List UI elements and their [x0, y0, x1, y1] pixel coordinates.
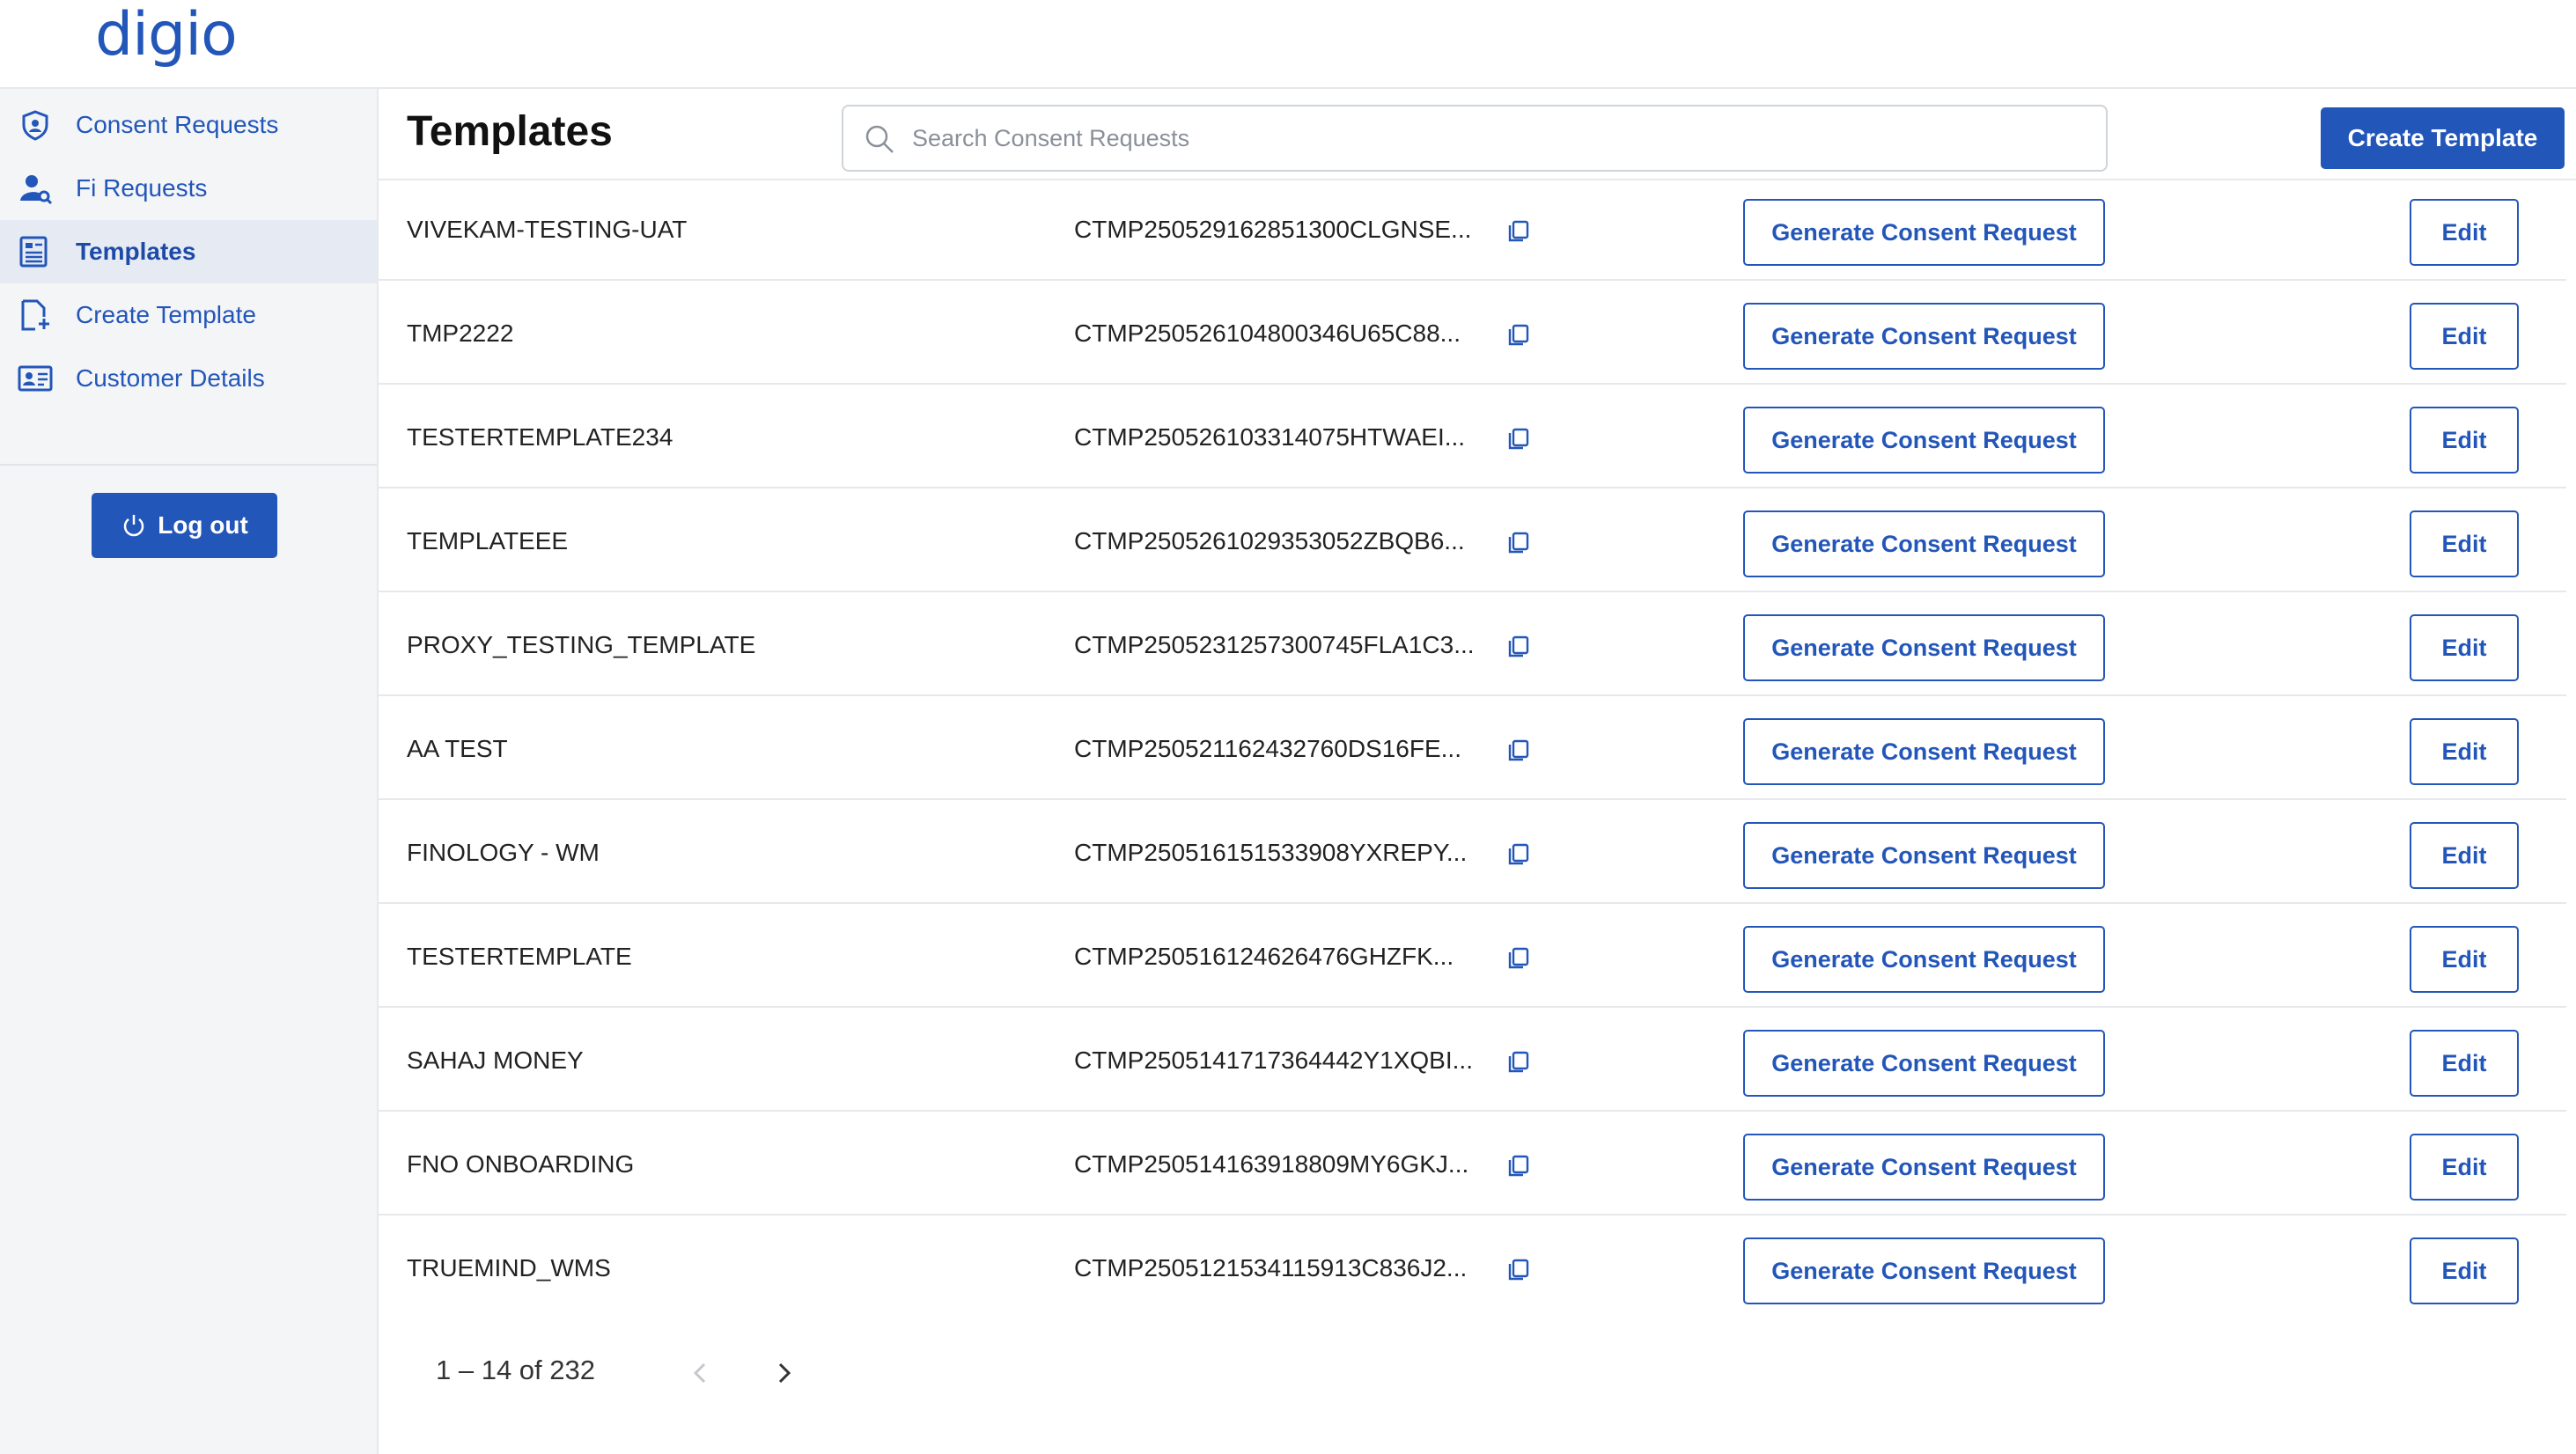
- sidebar-item-label: Templates: [76, 238, 196, 265]
- template-id: CTMP2505141717364442Y1XQBI...: [1074, 1046, 1473, 1074]
- logout-button[interactable]: Log out: [92, 493, 277, 558]
- sidebar-item-consent-requests[interactable]: Consent Requests: [0, 93, 377, 157]
- generate-consent-request-button[interactable]: Generate Consent Request: [1743, 822, 2105, 889]
- template-id: CTMP250516124626476GHZFK...: [1074, 943, 1454, 970]
- document-list-icon: [19, 236, 48, 268]
- top-bar: digio: [0, 0, 2576, 89]
- template-name: FINOLOGY - WM: [407, 839, 600, 866]
- table-row: TESTERTEMPLATE CTMP250516124626476GHZFK..…: [379, 911, 2566, 1008]
- template-id: CTMP2505261029353052ZBQB6...: [1074, 527, 1465, 554]
- edit-button[interactable]: Edit: [2410, 407, 2519, 474]
- sidebar-item-customer-details[interactable]: Customer Details: [0, 347, 377, 410]
- table-row: VIVEKAM-TESTING-UAT CTMP250529162851300CL…: [379, 184, 2566, 281]
- copy-icon[interactable]: [1505, 737, 1532, 763]
- sidebar-item-label: Customer Details: [76, 364, 265, 392]
- copy-icon[interactable]: [1505, 217, 1532, 244]
- copy-icon[interactable]: [1505, 529, 1532, 555]
- sidebar: Consent Requests Fi Requests Templates C…: [0, 89, 379, 1454]
- template-name: SAHAJ MONEY: [407, 1046, 584, 1074]
- template-id: CTMP250529162851300CLGNSE...: [1074, 216, 1472, 243]
- chevron-right-icon[interactable]: [771, 1355, 798, 1391]
- chevron-left-icon[interactable]: [687, 1355, 713, 1391]
- copy-icon[interactable]: [1505, 1048, 1532, 1075]
- edit-button[interactable]: Edit: [2410, 510, 2519, 577]
- sidebar-item-label: Consent Requests: [76, 111, 279, 138]
- generate-consent-request-button[interactable]: Generate Consent Request: [1743, 510, 2105, 577]
- template-id: CTMP2505121534115913C836J2...: [1074, 1254, 1468, 1281]
- edit-button[interactable]: Edit: [2410, 614, 2519, 681]
- edit-button[interactable]: Edit: [2410, 1237, 2519, 1304]
- generate-consent-request-button[interactable]: Generate Consent Request: [1743, 407, 2105, 474]
- generate-consent-request-button[interactable]: Generate Consent Request: [1743, 1134, 2105, 1201]
- pagination-range: 1 – 14 of 232: [436, 1355, 595, 1385]
- shield-user-icon: [22, 110, 48, 141]
- template-name: TESTERTEMPLATE: [407, 943, 632, 970]
- table-row: TMP2222 CTMP250526104800346U65C88... Gener…: [379, 288, 2566, 385]
- generate-consent-request-button[interactable]: Generate Consent Request: [1743, 614, 2105, 681]
- template-name: FNO ONBOARDING: [407, 1150, 635, 1178]
- edit-button[interactable]: Edit: [2410, 718, 2519, 785]
- table-row: FNO ONBOARDING CTMP250514163918809MY6GKJ.…: [379, 1119, 2566, 1215]
- copy-icon[interactable]: [1505, 944, 1532, 971]
- edit-button[interactable]: Edit: [2410, 303, 2519, 370]
- generate-consent-request-button[interactable]: Generate Consent Request: [1743, 303, 2105, 370]
- template-id: CTMP250514163918809MY6GKJ...: [1074, 1150, 1469, 1178]
- copy-icon[interactable]: [1505, 1256, 1532, 1282]
- template-name: TEMPLATEEE: [407, 527, 569, 554]
- generate-consent-request-button[interactable]: Generate Consent Request: [1743, 1030, 2105, 1097]
- template-name: TESTERTEMPLATE234: [407, 423, 673, 451]
- copy-icon[interactable]: [1505, 321, 1532, 348]
- table-row: SAHAJ MONEY CTMP2505141717364442Y1XQBI...…: [379, 1015, 2566, 1112]
- template-name: VIVEKAM-TESTING-UAT: [407, 216, 688, 243]
- template-id: CTMP2505231257300745FLA1C3...: [1074, 631, 1475, 658]
- search-icon: [865, 125, 894, 153]
- template-id: CTMP250516151533908YXREPY...: [1074, 839, 1468, 866]
- edit-button[interactable]: Edit: [2410, 199, 2519, 266]
- search-input[interactable]: [912, 106, 2092, 170]
- table-row: PROXY_TESTING_TEMPLATE CTMP25052312573007…: [379, 599, 2566, 696]
- sidebar-item-label: Fi Requests: [76, 174, 208, 202]
- copy-icon[interactable]: [1505, 1152, 1532, 1179]
- template-name: TMP2222: [407, 319, 514, 347]
- sidebar-divider: [0, 464, 377, 466]
- id-card-icon: [18, 365, 53, 392]
- edit-button[interactable]: Edit: [2410, 1134, 2519, 1201]
- table-row: TESTERTEMPLATE234 CTMP250526103314075HTWA…: [379, 392, 2566, 488]
- edit-button[interactable]: Edit: [2410, 926, 2519, 993]
- create-template-button[interactable]: Create Template: [2321, 107, 2565, 169]
- template-name: AA TEST: [407, 735, 508, 762]
- table-row: TEMPLATEEE CTMP2505261029353052ZBQB6... Ge…: [379, 496, 2566, 592]
- template-name: TRUEMIND_WMS: [407, 1254, 611, 1281]
- logout-label: Log out: [158, 511, 248, 539]
- sidebar-item-templates[interactable]: Templates: [0, 220, 377, 283]
- edit-button[interactable]: Edit: [2410, 1030, 2519, 1097]
- template-id: CTMP250526104800346U65C88...: [1074, 319, 1461, 347]
- power-icon: [124, 515, 144, 537]
- sidebar-item-fi-requests[interactable]: Fi Requests: [0, 157, 377, 220]
- page-title: Templates: [407, 108, 613, 155]
- generate-consent-request-button[interactable]: Generate Consent Request: [1743, 926, 2105, 993]
- copy-icon[interactable]: [1505, 425, 1532, 452]
- copy-icon[interactable]: [1505, 633, 1532, 659]
- template-name: PROXY_TESTING_TEMPLATE: [407, 631, 756, 658]
- search-box[interactable]: [842, 105, 2108, 172]
- templates-table[interactable]: VIVEKAM-TESTING-UAT CTMP250529162851300CL…: [379, 180, 2576, 1306]
- template-id: CTMP250526103314075HTWAEI...: [1074, 423, 1466, 451]
- table-row: FINOLOGY - WM CTMP250516151533908YXREPY..…: [379, 807, 2566, 904]
- template-id: CTMP250521162432760DS16FE...: [1074, 735, 1461, 762]
- file-add-icon: [21, 299, 49, 331]
- sidebar-item-label: Create Template: [76, 301, 256, 328]
- table-row: TRUEMIND_WMS CTMP2505121534115913C836J2..…: [379, 1223, 2566, 1306]
- edit-button[interactable]: Edit: [2410, 822, 2519, 889]
- generate-consent-request-button[interactable]: Generate Consent Request: [1743, 199, 2105, 266]
- generate-consent-request-button[interactable]: Generate Consent Request: [1743, 718, 2105, 785]
- table-row: AA TEST CTMP250521162432760DS16FE... Gener…: [379, 703, 2566, 800]
- sidebar-item-create-template[interactable]: Create Template: [0, 283, 377, 347]
- copy-icon[interactable]: [1505, 841, 1532, 867]
- generate-consent-request-button[interactable]: Generate Consent Request: [1743, 1237, 2105, 1304]
- digio-logo[interactable]: digio: [95, 0, 238, 70]
- user-search-icon: [20, 175, 53, 204]
